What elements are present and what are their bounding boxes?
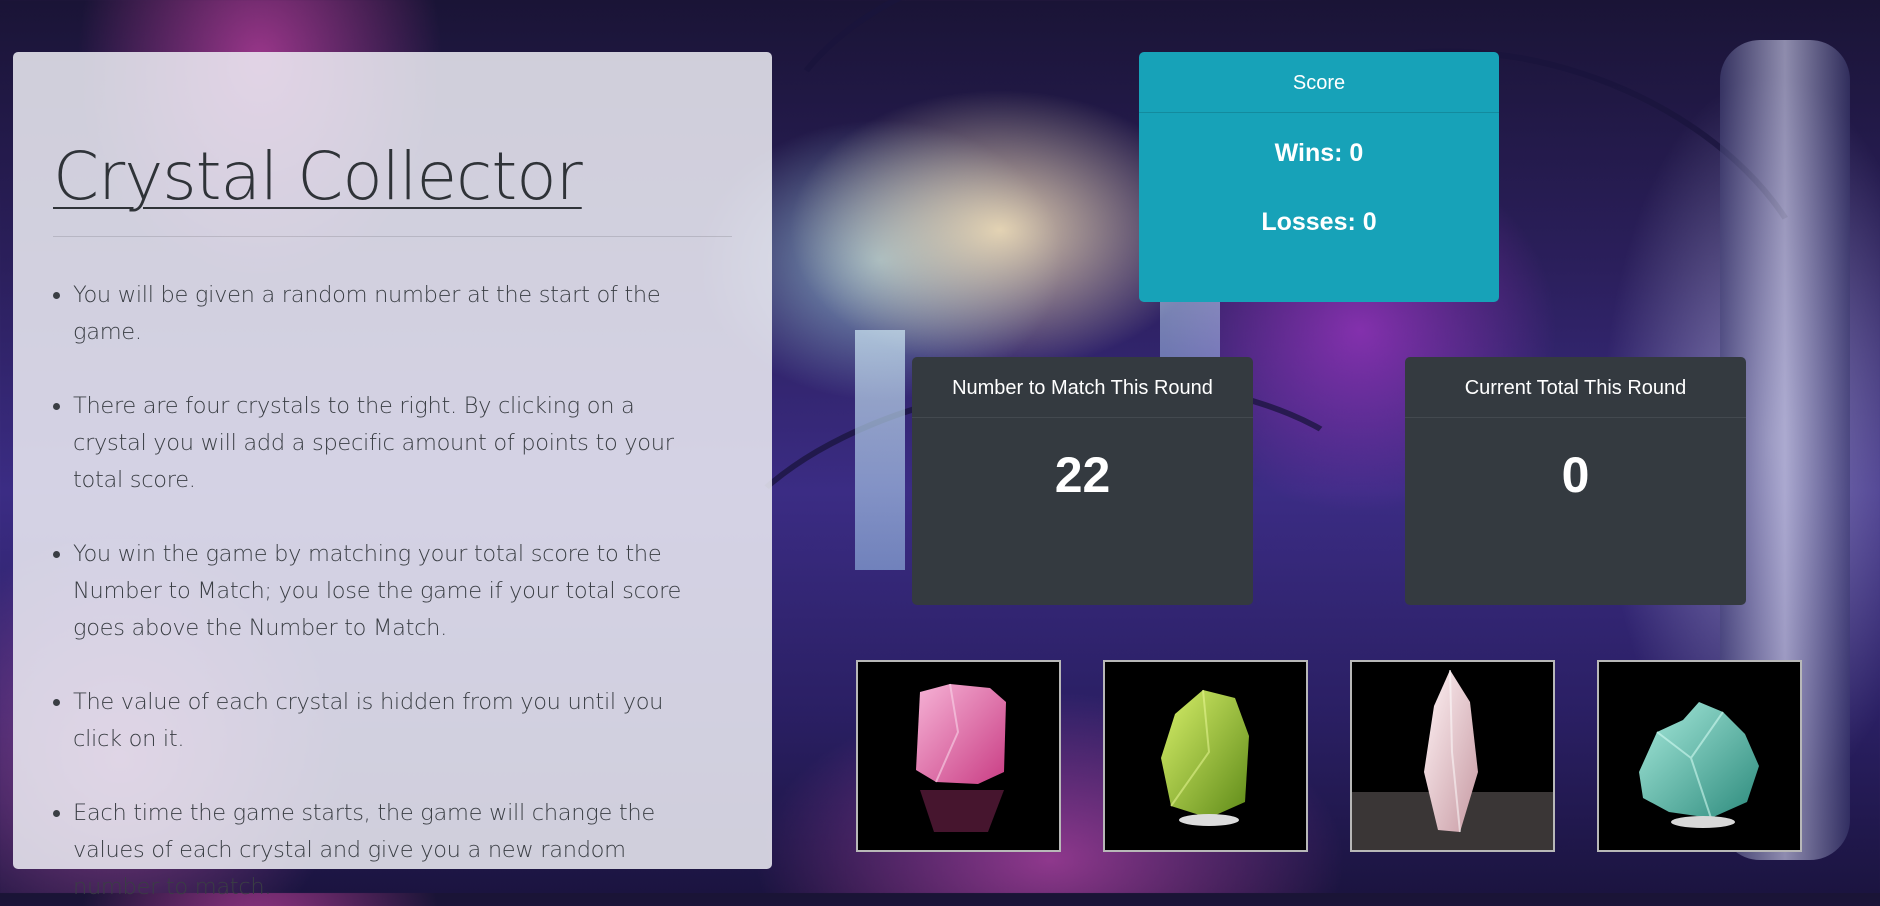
rule-item: There are four crystals to the right. By… (73, 388, 713, 499)
number-to-match-value: 22 (1054, 447, 1111, 503)
rule-item: The value of each crystal is hidden from… (73, 684, 713, 758)
wins-count: Wins: 0 (1274, 139, 1364, 167)
clear-crystal-button[interactable] (1350, 660, 1555, 852)
number-to-match-header: Number to Match This Round (912, 357, 1253, 418)
rule-item: You will be given a random number at the… (73, 277, 713, 351)
current-total-card: Current Total This Round 0 (1405, 357, 1746, 605)
green-crystal-icon (1161, 689, 1249, 826)
rule-item: Each time the game starts, the game will… (73, 795, 713, 906)
rules-list: You will be given a random number at the… (53, 277, 732, 906)
current-total-value: 0 (1561, 447, 1590, 503)
number-to-match-card: Number to Match This Round 22 (912, 357, 1253, 605)
losses-count: Losses: 0 (1261, 208, 1377, 236)
instructions-panel: Crystal Collector You will be given a ra… (13, 52, 772, 900)
teal-crystal-icon (1639, 702, 1759, 828)
score-card: Score Wins: 0 Losses: 0 (1139, 52, 1499, 302)
clear-crystal-icon (1352, 669, 1553, 850)
current-total-header: Current Total This Round (1405, 357, 1746, 418)
rule-item: You win the game by matching your total … (73, 536, 713, 647)
pink-crystal-icon (916, 683, 1006, 832)
score-header: Score (1139, 52, 1499, 113)
page-title: Crystal Collector (53, 144, 732, 237)
green-crystal-button[interactable] (1103, 660, 1308, 852)
pink-crystal-button[interactable] (856, 660, 1061, 852)
teal-crystal-button[interactable] (1597, 660, 1802, 852)
